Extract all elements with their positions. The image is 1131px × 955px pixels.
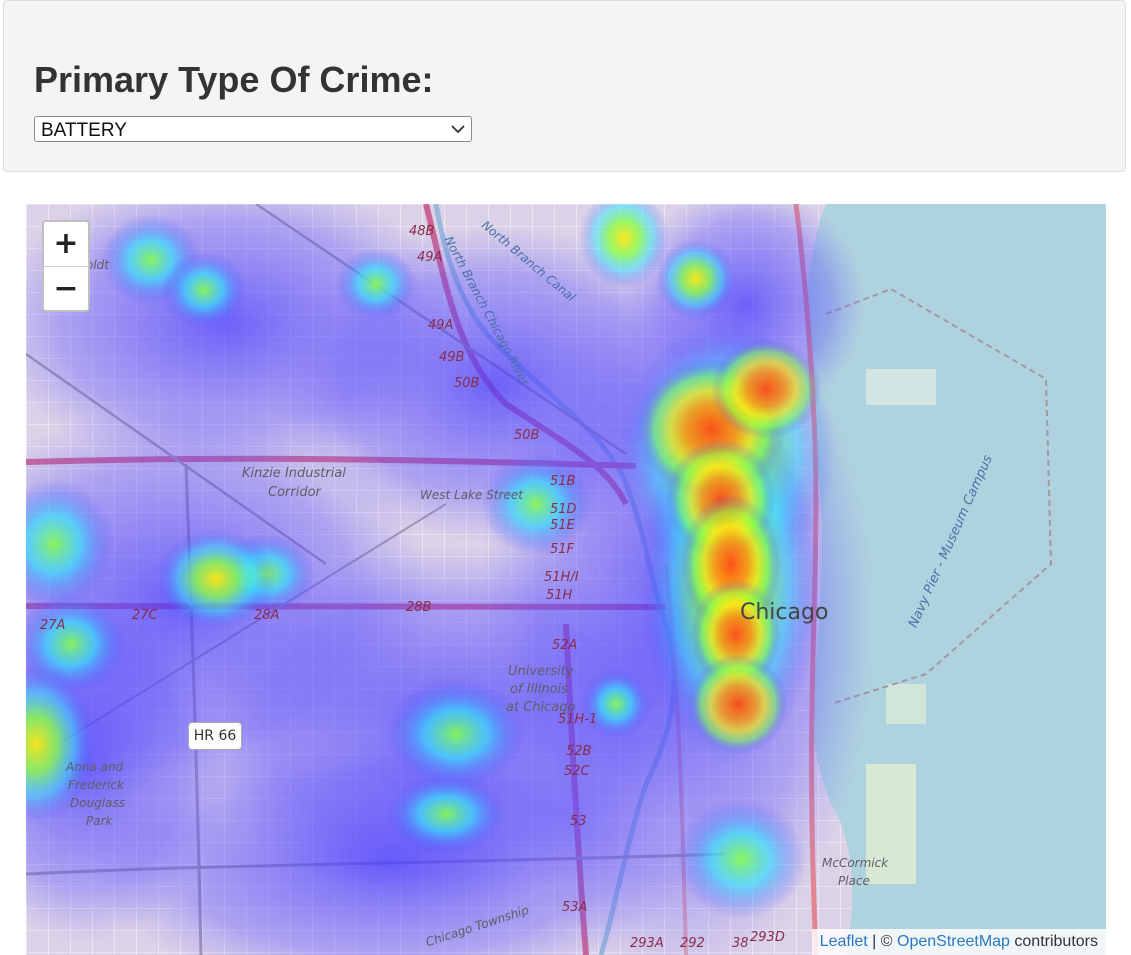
zoom-control: + − bbox=[42, 220, 90, 312]
map-label-kinzie: Kinzie Industrial bbox=[242, 466, 346, 481]
exit-label: 293D bbox=[750, 930, 785, 945]
attribution-separator: | © bbox=[867, 933, 897, 950]
exit-label: 50B bbox=[454, 376, 480, 391]
exit-label: 51H-1 bbox=[558, 712, 598, 727]
exit-label: 51F bbox=[550, 542, 575, 557]
map-label-west-lake: West Lake Street bbox=[420, 488, 523, 502]
exit-label: 292 bbox=[680, 936, 705, 951]
exit-label: 49A bbox=[417, 250, 443, 265]
exit-label: 51H/I bbox=[544, 570, 579, 585]
map-label-mccormick-1: McCormick bbox=[822, 856, 889, 870]
map-label-park-2: Frederick bbox=[68, 778, 125, 792]
exit-label: 48B bbox=[409, 224, 435, 239]
exit-label: 28B bbox=[406, 600, 432, 615]
map-label-park-3: Douglass bbox=[70, 796, 125, 810]
map-label-corridor: Corridor bbox=[268, 485, 321, 500]
exit-label: 50B bbox=[514, 428, 540, 443]
map-label-chicago: Chicago bbox=[740, 600, 829, 625]
filter-title: Primary Type Of Crime: bbox=[34, 59, 434, 100]
map-label-mccormick-2: Place bbox=[838, 874, 870, 888]
exit-label: 27A bbox=[40, 618, 66, 633]
exit-label: 53A bbox=[562, 900, 588, 915]
exit-label: 51D bbox=[550, 502, 577, 517]
exit-label: 52B bbox=[566, 744, 592, 759]
exit-label: 51H bbox=[546, 588, 573, 603]
exit-label: 49A bbox=[428, 318, 454, 333]
chevron-down-icon bbox=[451, 125, 465, 134]
zoom-in-button[interactable]: + bbox=[44, 222, 88, 267]
map-label-uic-1: University bbox=[508, 664, 574, 679]
zoom-out-button[interactable]: − bbox=[44, 267, 88, 310]
exit-label: 51B bbox=[550, 474, 576, 489]
crime-type-select[interactable]: BATTERY bbox=[34, 116, 472, 142]
exit-label: 52A bbox=[552, 638, 578, 653]
map-label-park-4: Park bbox=[86, 814, 113, 828]
openstreetmap-link[interactable]: OpenStreetMap bbox=[897, 933, 1010, 950]
filter-panel: Primary Type Of Crime: BATTERY bbox=[3, 0, 1126, 172]
map-label-park-1: Anna and bbox=[66, 760, 124, 774]
exit-label: 28A bbox=[254, 608, 280, 623]
leaflet-link[interactable]: Leaflet bbox=[820, 933, 868, 950]
map-label-uic-2: of Illinois bbox=[510, 682, 568, 697]
exit-label: 38 bbox=[732, 936, 749, 951]
exit-label: 293A bbox=[630, 936, 664, 951]
exit-label: 53 bbox=[570, 814, 587, 829]
map-attribution: Leaflet | © OpenStreetMap contributors bbox=[811, 929, 1106, 955]
exit-label: 27C bbox=[132, 608, 158, 623]
heatmap-map[interactable]: Kinzie Industrial Corridor West Lake Str… bbox=[26, 204, 1106, 955]
exit-label: 52C bbox=[564, 764, 590, 779]
exit-label: 51E bbox=[550, 518, 575, 533]
attribution-suffix: contributors bbox=[1009, 933, 1098, 950]
crime-type-select-value: BATTERY bbox=[41, 120, 127, 141]
exit-label: 49B bbox=[439, 350, 465, 365]
route-shield-hr66: HR 66 bbox=[188, 722, 242, 750]
